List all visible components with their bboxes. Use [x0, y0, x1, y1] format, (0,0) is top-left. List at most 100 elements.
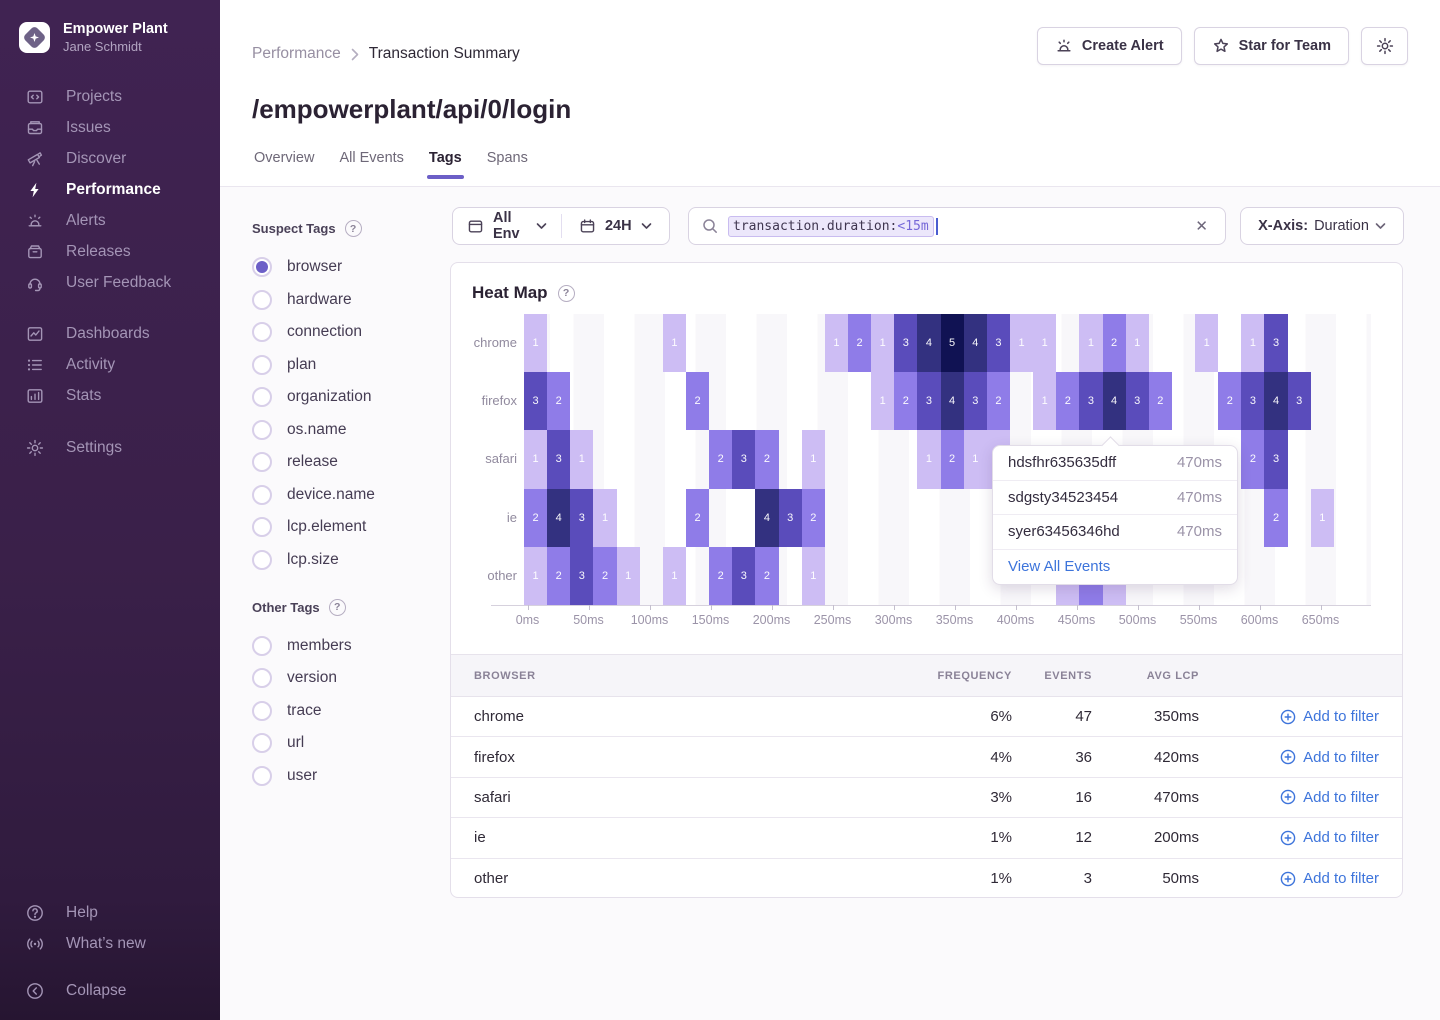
heatmap-cell[interactable]: 1 [802, 430, 825, 488]
sidebar-item-settings[interactable]: Settings [0, 432, 220, 463]
radio-lcp-element[interactable] [252, 517, 272, 537]
heatmap-cell[interactable]: 1 [1311, 489, 1334, 547]
sidebar-item-projects[interactable]: Projects [0, 81, 220, 112]
heatmap-cell[interactable]: 3 [570, 489, 593, 547]
tab-overview[interactable]: Overview [252, 150, 316, 179]
tag-option-device-name[interactable]: device.name [252, 484, 427, 506]
add-to-filter-button[interactable]: Add to filter [1199, 829, 1379, 846]
tab-all-events[interactable]: All Events [337, 150, 405, 179]
heatmap-cell[interactable]: 1 [964, 430, 987, 488]
tag-option-lcp-size[interactable]: lcp.size [252, 549, 427, 571]
tag-option-version[interactable]: version [252, 667, 427, 689]
heatmap-cell[interactable]: 1 [802, 547, 825, 605]
heatmap-cell[interactable]: 1 [1010, 314, 1033, 372]
heatmap-cell[interactable]: 3 [917, 372, 940, 430]
heatmap-cell[interactable]: 3 [547, 430, 570, 488]
radio-connection[interactable] [252, 322, 272, 342]
heatmap-cell[interactable]: 1 [825, 314, 848, 372]
search-query-token[interactable]: transaction.duration:<15m [728, 216, 934, 237]
radio-lcp-size[interactable] [252, 550, 272, 570]
tag-option-members[interactable]: members [252, 635, 427, 657]
radio-organization[interactable] [252, 387, 272, 407]
create-alert-button[interactable]: Create Alert [1037, 27, 1182, 65]
heatmap-cell[interactable]: 2 [1103, 314, 1126, 372]
heatmap-cell[interactable]: 3 [732, 430, 755, 488]
sidebar-item-what-s-new[interactable]: What’s new [0, 928, 220, 959]
environment-picker[interactable]: All Env [453, 208, 561, 244]
add-to-filter-button[interactable]: Add to filter [1199, 870, 1379, 887]
radio-device-name[interactable] [252, 485, 272, 505]
heatmap-cell[interactable]: 2 [755, 547, 778, 605]
view-all-events-link[interactable]: View All Events [993, 550, 1237, 584]
sidebar-item-activity[interactable]: Activity [0, 349, 220, 380]
heatmap-cell[interactable]: 2 [686, 489, 709, 547]
sidebar-item-performance[interactable]: Performance [0, 174, 220, 205]
heatmap-cell[interactable]: 1 [871, 314, 894, 372]
heatmap-cell[interactable]: 1 [663, 547, 686, 605]
heatmap-cell[interactable]: 3 [1264, 314, 1287, 372]
heatmap-cell[interactable]: 1 [871, 372, 894, 430]
heatmap-cell[interactable]: 2 [524, 489, 547, 547]
sidebar-item-stats[interactable]: Stats [0, 380, 220, 411]
heatmap-cell[interactable]: 3 [1126, 372, 1149, 430]
heatmap-cell[interactable]: 4 [917, 314, 940, 372]
radio-user[interactable] [252, 766, 272, 786]
radio-browser[interactable] [252, 257, 272, 277]
heatmap-cell[interactable]: 2 [593, 547, 616, 605]
heatmap-cell[interactable]: 4 [755, 489, 778, 547]
radio-version[interactable] [252, 668, 272, 688]
settings-button[interactable] [1361, 27, 1408, 65]
add-to-filter-button[interactable]: Add to filter [1199, 749, 1379, 766]
tag-option-hardware[interactable]: hardware [252, 289, 427, 311]
heatmap-cell[interactable]: 1 [593, 489, 616, 547]
tag-option-release[interactable]: release [252, 451, 427, 473]
heatmap-cell[interactable]: 2 [686, 372, 709, 430]
heatmap-cell[interactable]: 3 [964, 372, 987, 430]
heatmap-cell[interactable]: 1 [524, 430, 547, 488]
tag-option-connection[interactable]: connection [252, 321, 427, 343]
heatmap-cell[interactable]: 2 [987, 372, 1010, 430]
radio-release[interactable] [252, 452, 272, 472]
heatmap-cell[interactable]: 2 [848, 314, 871, 372]
sidebar-item-dashboards[interactable]: Dashboards [0, 318, 220, 349]
add-to-filter-button[interactable]: Add to filter [1199, 789, 1379, 806]
tag-option-browser[interactable]: browser [252, 256, 427, 278]
heatmap-cell[interactable]: 4 [941, 372, 964, 430]
tab-tags[interactable]: Tags [427, 150, 464, 179]
radio-plan[interactable] [252, 355, 272, 375]
x-axis-picker[interactable]: X-Axis: Duration [1240, 207, 1404, 245]
sidebar-item-discover[interactable]: Discover [0, 143, 220, 174]
heatmap-grid[interactable]: 1112134543111211133221234321234322343131… [524, 314, 1371, 605]
radio-url[interactable] [252, 733, 272, 753]
tag-option-organization[interactable]: organization [252, 386, 427, 408]
tag-option-url[interactable]: url [252, 732, 427, 754]
heatmap-cell[interactable]: 1 [1079, 314, 1102, 372]
heatmap-cell[interactable]: 2 [755, 430, 778, 488]
heatmap-cell[interactable]: 4 [964, 314, 987, 372]
tag-option-lcp-element[interactable]: lcp.element [252, 516, 427, 538]
sidebar-item-help[interactable]: Help [0, 897, 220, 928]
heatmap-cell[interactable]: 1 [1033, 372, 1056, 430]
sidebar-item-user-feedback[interactable]: User Feedback [0, 267, 220, 298]
radio-members[interactable] [252, 636, 272, 656]
heatmap-cell[interactable]: 3 [1264, 430, 1287, 488]
radio-os-name[interactable] [252, 420, 272, 440]
heatmap-cell[interactable]: 5 [941, 314, 964, 372]
heatmap-cell[interactable]: 1 [1126, 314, 1149, 372]
suspect-tags-help-icon[interactable]: ? [345, 220, 362, 237]
heatmap-cell[interactable]: 2 [547, 547, 570, 605]
radio-hardware[interactable] [252, 290, 272, 310]
heatmap-cell[interactable]: 3 [732, 547, 755, 605]
heatmap-cell[interactable]: 4 [1103, 372, 1126, 430]
tooltip-event-row[interactable]: hdsfhr635635dff470ms [993, 446, 1237, 481]
heatmap-cell[interactable]: 1 [1195, 314, 1218, 372]
heatmap-cell[interactable]: 2 [709, 430, 732, 488]
heatmap-help-icon[interactable]: ? [558, 285, 575, 302]
sidebar-item-collapse[interactable]: Collapse [0, 975, 220, 1006]
heatmap-cell[interactable]: 2 [802, 489, 825, 547]
heatmap-cell[interactable]: 1 [663, 314, 686, 372]
sidebar-item-issues[interactable]: Issues [0, 112, 220, 143]
heatmap-cell[interactable]: 4 [1264, 372, 1287, 430]
tag-option-plan[interactable]: plan [252, 354, 427, 376]
tag-option-user[interactable]: user [252, 765, 427, 787]
